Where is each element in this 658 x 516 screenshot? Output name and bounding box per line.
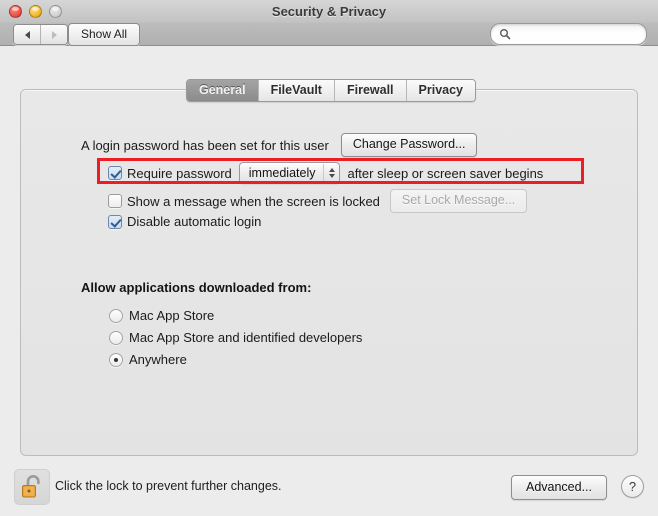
radio-label: Mac App Store (129, 308, 215, 323)
radio-button[interactable] (109, 352, 123, 367)
show-lock-message-row: Show a message when the screen is locked… (108, 189, 528, 213)
radio-mac-app-store-and-identified-developers[interactable]: Mac App Store and identified developers (109, 330, 362, 345)
help-button[interactable]: ? (621, 475, 644, 498)
lock-button[interactable] (14, 469, 50, 505)
require-password-row: Require password immediately after sleep… (108, 162, 543, 184)
bottom-bar: Click the lock to prevent further change… (0, 466, 658, 516)
unlocked-padlock-icon (22, 475, 40, 498)
radio-label: Anywhere (129, 352, 187, 367)
search-input[interactable] (514, 26, 638, 42)
change-password-button[interactable]: Change Password... (340, 133, 478, 157)
disable-automatic-login-checkbox[interactable] (108, 214, 122, 229)
tab-firewall[interactable]: Firewall (333, 80, 406, 101)
tab-filevault[interactable]: FileVault (257, 80, 334, 101)
tab-general[interactable]: General (187, 80, 258, 101)
allow-applications-label: Allow applications downloaded from: (81, 280, 312, 295)
show-lock-message-checkbox[interactable] (108, 194, 122, 208)
security-privacy-window: Security & Privacy Show All General File… (0, 0, 658, 516)
require-password-suffix-label: after sleep or screen saver begins (347, 165, 544, 181)
general-tab-panel: A login password has been set for this u… (20, 89, 638, 456)
disable-automatic-login-row: Disable automatic login (108, 214, 261, 229)
search-icon (500, 29, 511, 40)
window-title: Security & Privacy (271, 4, 387, 19)
radio-anywhere[interactable]: Anywhere (109, 352, 187, 367)
tab-privacy[interactable]: Privacy (405, 80, 475, 101)
radio-label: Mac App Store and identified developers (129, 330, 363, 345)
show-lock-message-label: Show a message when the screen is locked (127, 193, 380, 209)
forward-button[interactable] (40, 25, 67, 44)
login-password-text: A login password has been set for this u… (81, 137, 329, 153)
advanced-button[interactable]: Advanced... (510, 475, 607, 500)
set-lock-message-button[interactable]: Set Lock Message... (389, 189, 528, 213)
preference-pane-body: General FileVault Firewall Privacy A log… (0, 46, 658, 516)
tab-bar: General FileVault Firewall Privacy (186, 79, 476, 102)
radio-button[interactable] (109, 308, 123, 323)
chevron-updown-icon (323, 164, 336, 182)
navigation-segmented-control (13, 24, 68, 45)
radio-mac-app-store[interactable]: Mac App Store (109, 308, 214, 323)
arrow-left-icon (24, 30, 30, 39)
login-password-row: A login password has been set for this u… (81, 133, 478, 157)
lock-status-text: Click the lock to prevent further change… (55, 479, 282, 493)
radio-button[interactable] (109, 330, 123, 345)
require-password-delay-popup[interactable]: immediately (238, 162, 341, 184)
require-password-checkbox[interactable] (108, 166, 122, 180)
require-password-delay-value: immediately (248, 166, 316, 180)
require-password-label: Require password (127, 165, 232, 181)
search-field[interactable] (490, 23, 647, 45)
back-button[interactable] (14, 25, 40, 44)
arrow-right-icon (51, 30, 57, 39)
window-titlebar: Security & Privacy Show All (0, 0, 658, 46)
disable-automatic-login-label: Disable automatic login (127, 214, 262, 229)
show-all-button[interactable]: Show All (68, 23, 141, 46)
